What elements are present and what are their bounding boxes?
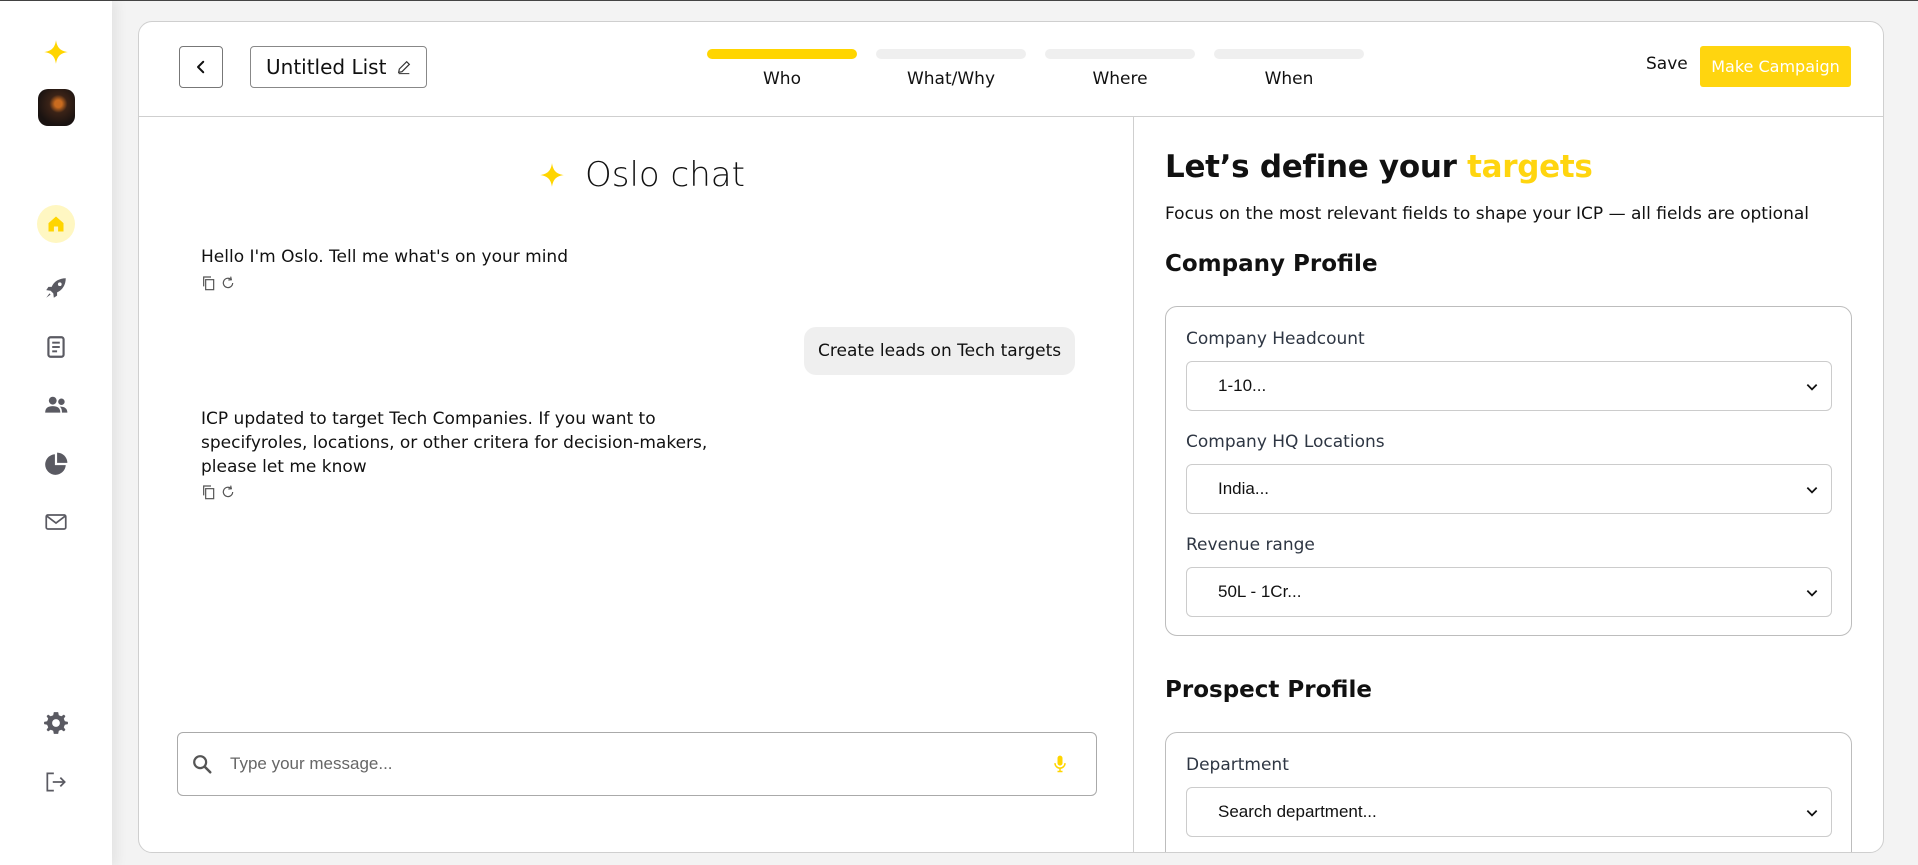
refresh-icon[interactable]: [220, 484, 236, 500]
home-icon[interactable]: [37, 205, 75, 243]
bot-message-text: ICP updated to target Tech Companies. If…: [201, 409, 708, 477]
search-icon: [193, 755, 212, 774]
copy-icon[interactable]: [201, 275, 217, 291]
sparkle-icon: [540, 163, 564, 187]
panel-subtitle: Focus on the most relevant fields to sha…: [1165, 204, 1809, 224]
logo-sparkle-icon[interactable]: [37, 33, 75, 71]
company-profile-title: Company Profile: [1165, 251, 1378, 277]
list-title: Untitled List: [266, 55, 387, 79]
select-value: 50L - 1Cr...: [1218, 582, 1302, 601]
bot-message: ICP updated to target Tech Companies. If…: [201, 407, 741, 479]
message-actions: [201, 484, 236, 500]
chat-panel: Oslo chat Hello I'm Oslo. Tell me what's…: [139, 117, 1134, 852]
refresh-icon[interactable]: [220, 275, 236, 291]
company-profile-box: Company Headcount 1-10... Company HQ Loc…: [1165, 306, 1852, 636]
chevron-down-icon: [1806, 590, 1818, 597]
prospect-profile-title: Prospect Profile: [1165, 677, 1372, 703]
chevron-down-icon: [1806, 810, 1818, 817]
step-bar-active: [707, 49, 857, 59]
panel-heading: Let’s define your targets: [1165, 149, 1593, 185]
top-bar: Untitled List Who What/Why Where When Sa…: [139, 22, 1883, 117]
chat-title: Oslo chat: [539, 155, 745, 195]
step-what-why[interactable]: What/Why: [876, 49, 1026, 89]
chat-message-input[interactable]: [230, 754, 1040, 774]
select-value: Search department...: [1218, 802, 1377, 821]
company-hq-locations-select[interactable]: India...: [1186, 464, 1832, 514]
message-actions: [201, 275, 236, 291]
step-bar: [876, 49, 1026, 59]
copy-icon[interactable]: [201, 484, 217, 500]
field-label: Company Headcount: [1186, 329, 1365, 349]
step-bar: [1045, 49, 1195, 59]
step-where[interactable]: Where: [1045, 49, 1195, 89]
chat-input-box[interactable]: [177, 732, 1097, 796]
chevron-down-icon: [1806, 384, 1818, 391]
step-label: When: [1264, 69, 1314, 89]
step-bar: [1214, 49, 1364, 59]
sidebar: [0, 1, 112, 865]
pie-chart-icon[interactable]: [37, 445, 75, 483]
rocket-icon[interactable]: [37, 269, 75, 307]
chevron-left-icon: [197, 60, 205, 74]
logout-icon[interactable]: [37, 763, 75, 801]
back-button[interactable]: [179, 46, 223, 88]
edit-pencil-icon[interactable]: [396, 59, 412, 75]
save-button[interactable]: Save: [1646, 54, 1688, 74]
company-headcount-select[interactable]: 1-10...: [1186, 361, 1832, 411]
department-select[interactable]: Search department...: [1186, 787, 1832, 837]
users-icon[interactable]: [37, 386, 75, 424]
mail-icon[interactable]: [37, 503, 75, 541]
list-title-field[interactable]: Untitled List: [250, 46, 427, 88]
avatar[interactable]: [38, 89, 75, 126]
bot-message: Hello I'm Oslo. Tell me what's on your m…: [201, 247, 568, 267]
heading-prefix: Let’s define your: [1165, 149, 1468, 185]
field-label: Revenue range: [1186, 535, 1315, 555]
step-when[interactable]: When: [1214, 49, 1364, 89]
field-label: Company HQ Locations: [1186, 432, 1385, 452]
select-value: India...: [1218, 479, 1270, 498]
document-icon[interactable]: [37, 328, 75, 366]
chat-title-text: Oslo chat: [585, 155, 745, 195]
heading-highlight: targets: [1467, 149, 1593, 185]
revenue-range-select[interactable]: 50L - 1Cr...: [1186, 567, 1832, 617]
step-label: Where: [1092, 69, 1148, 89]
step-label: Who: [763, 69, 801, 89]
step-who[interactable]: Who: [707, 49, 857, 89]
select-value: 1-10...: [1218, 376, 1267, 395]
chevron-down-icon: [1806, 487, 1818, 494]
microphone-icon[interactable]: [1050, 752, 1070, 776]
step-label: What/Why: [906, 69, 996, 89]
targets-panel: Let’s define your targets Focus on the m…: [1135, 117, 1883, 852]
main-card: Untitled List Who What/Why Where When Sa…: [138, 21, 1884, 853]
user-message: Create leads on Tech targets: [804, 327, 1076, 375]
make-campaign-button[interactable]: Make Campaign: [1700, 46, 1851, 87]
settings-icon[interactable]: [37, 704, 75, 742]
prospect-profile-box: Department Search department...: [1165, 732, 1852, 852]
field-label: Department: [1186, 755, 1289, 775]
